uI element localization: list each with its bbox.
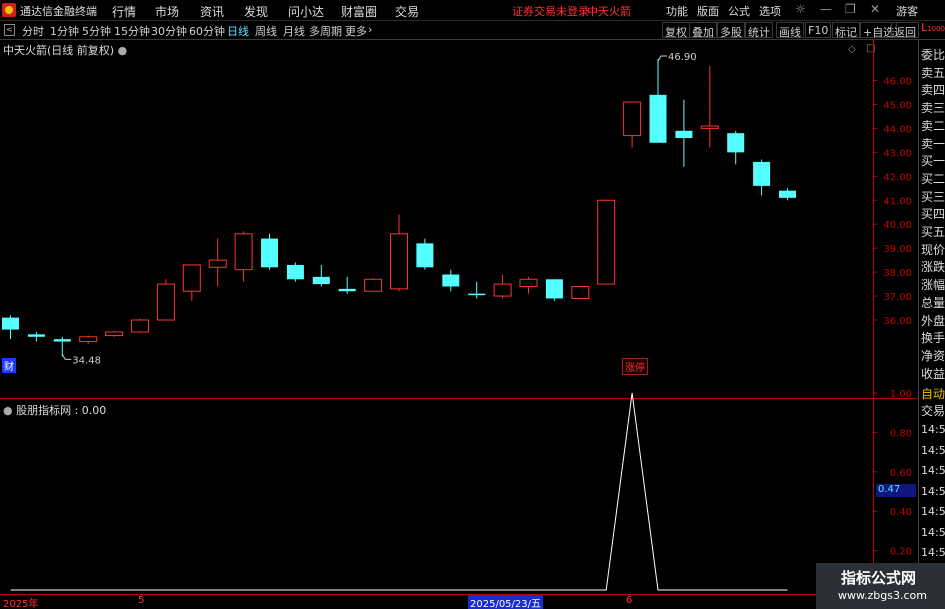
quote-field-12: 涨跌 <box>921 260 945 275</box>
candle-body <box>312 276 330 285</box>
candle-body <box>519 278 538 287</box>
quote-side-panel: L1000 委比卖五卖四卖三卖二卖一买一买二买三买四买五现价涨跌涨幅总量外盘换手… <box>918 21 945 609</box>
candle-body <box>493 283 512 297</box>
limit-up-badge[interactable]: 涨停 <box>622 358 648 375</box>
quote-field-0: 委比 <box>921 48 945 62</box>
candle-body <box>545 279 563 299</box>
price-tick-label: 46.00 <box>883 77 912 88</box>
corner-sub: 1000 <box>927 25 945 33</box>
candle-body <box>105 331 124 337</box>
quote-field-11: 现价 <box>921 242 945 257</box>
x-label-may: 5 <box>138 595 145 606</box>
trade-tab-1[interactable]: 交易 <box>921 402 945 419</box>
quote-field-15: 外盘 <box>921 313 945 328</box>
candle-body <box>675 130 693 138</box>
x-label-june: 6 <box>626 595 633 606</box>
candle-body <box>753 161 771 186</box>
quote-field-18: 收益 <box>921 366 945 381</box>
quote-field-13: 涨幅 <box>921 278 945 293</box>
price-tick-label: 36.00 <box>883 316 912 327</box>
candle-body <box>649 94 667 143</box>
price-tick-label: 38.00 <box>883 268 912 279</box>
quote-field-8: 买三 <box>921 189 945 204</box>
candle-body <box>286 264 304 280</box>
kline-chart[interactable]: 46.00 45.00 44.00 43.00 42.00 41.00 40.00 39.00… <box>0 0 918 609</box>
candle-body <box>156 283 175 321</box>
x-label-cursor-date: 2025/05/23/五 <box>468 595 544 609</box>
candle-body <box>390 233 408 290</box>
quote-field-9: 买四 <box>921 207 945 222</box>
candle-body <box>182 264 201 292</box>
price-tick-label: 40.00 <box>883 220 912 231</box>
indicator-tick-label: 0.60 <box>890 468 912 479</box>
candle-body <box>700 125 719 129</box>
candle-body <box>623 101 642 137</box>
watermark-line1: 指标公式网 <box>841 569 917 587</box>
low-pointer <box>61 354 72 360</box>
candle-body <box>261 238 278 268</box>
price-tick-label: 37.00 <box>883 292 912 303</box>
candle-body <box>571 285 590 299</box>
candle-body <box>338 288 356 292</box>
price-tick-label: 45.00 <box>883 100 912 111</box>
candle-body <box>131 319 149 333</box>
candle-body <box>234 233 253 271</box>
candle-body <box>208 259 227 268</box>
tick-time-3: 14:56 <box>921 484 945 498</box>
indicator-tick-label: 0.80 <box>890 428 912 439</box>
candle-body <box>27 334 45 337</box>
quote-field-5: 卖一 <box>921 136 945 151</box>
price-tick-label: 41.00 <box>883 196 912 207</box>
tick-time-4: 14:56 <box>921 505 945 518</box>
quote-field-4: 卖二 <box>921 118 945 133</box>
indicator-current-value: 0.47 <box>876 484 916 497</box>
candle-body <box>53 339 71 342</box>
tick-time-0: 14:56 <box>921 423 945 436</box>
trade-tab-0[interactable]: 自动 <box>921 385 945 402</box>
indicator-tick-label: 0.20 <box>890 547 912 558</box>
quote-field-14: 总量 <box>921 295 945 310</box>
high-pointer <box>657 55 667 62</box>
quote-field-1: 卖五 <box>921 65 945 80</box>
indicator-tick-label: 1.00 <box>890 389 912 400</box>
watermark-line2: www.zbgs3.com <box>838 589 927 602</box>
candle-body <box>442 274 460 287</box>
tick-time-5: 14:56 <box>921 525 945 539</box>
low-label: 34.48 <box>72 355 101 366</box>
tick-time-6: 14:56 <box>921 546 945 559</box>
x-label-year: 2025年 <box>3 599 39 609</box>
quote-field-10: 买五 <box>921 225 945 239</box>
indicator-series-line <box>10 392 788 591</box>
price-tick-label: 42.00 <box>883 172 912 183</box>
candle-body <box>2 317 19 330</box>
high-label: 46.90 <box>668 52 697 63</box>
corner-level-label: L1000 <box>921 21 945 34</box>
finance-badge[interactable]: 财 <box>2 358 16 373</box>
candle-body <box>779 190 796 198</box>
tick-time-2: 14:56 <box>921 464 945 477</box>
candle-body <box>416 243 434 268</box>
candle-body <box>364 278 383 292</box>
quote-field-2: 卖四 <box>921 83 945 98</box>
price-tick-label: 39.00 <box>883 244 912 255</box>
price-tick-label: 43.00 <box>883 148 912 159</box>
indicator-tick-label: 0.40 <box>890 507 912 518</box>
quote-field-7: 买二 <box>921 171 945 186</box>
candle-body <box>597 199 616 285</box>
quote-field-17: 净资 <box>921 348 945 363</box>
quote-field-6: 买一 <box>921 154 945 169</box>
quote-field-3: 卖三 <box>921 101 945 116</box>
watermark-logo: 指标公式网 www.zbgs3.com <box>816 563 945 609</box>
candle-body <box>468 293 486 296</box>
quote-field-16: 换手 <box>921 331 945 346</box>
price-tick-label: 44.00 <box>883 124 912 135</box>
candle-body <box>79 336 98 343</box>
candle-body <box>727 133 745 153</box>
tick-time-1: 14:56 <box>921 443 945 457</box>
